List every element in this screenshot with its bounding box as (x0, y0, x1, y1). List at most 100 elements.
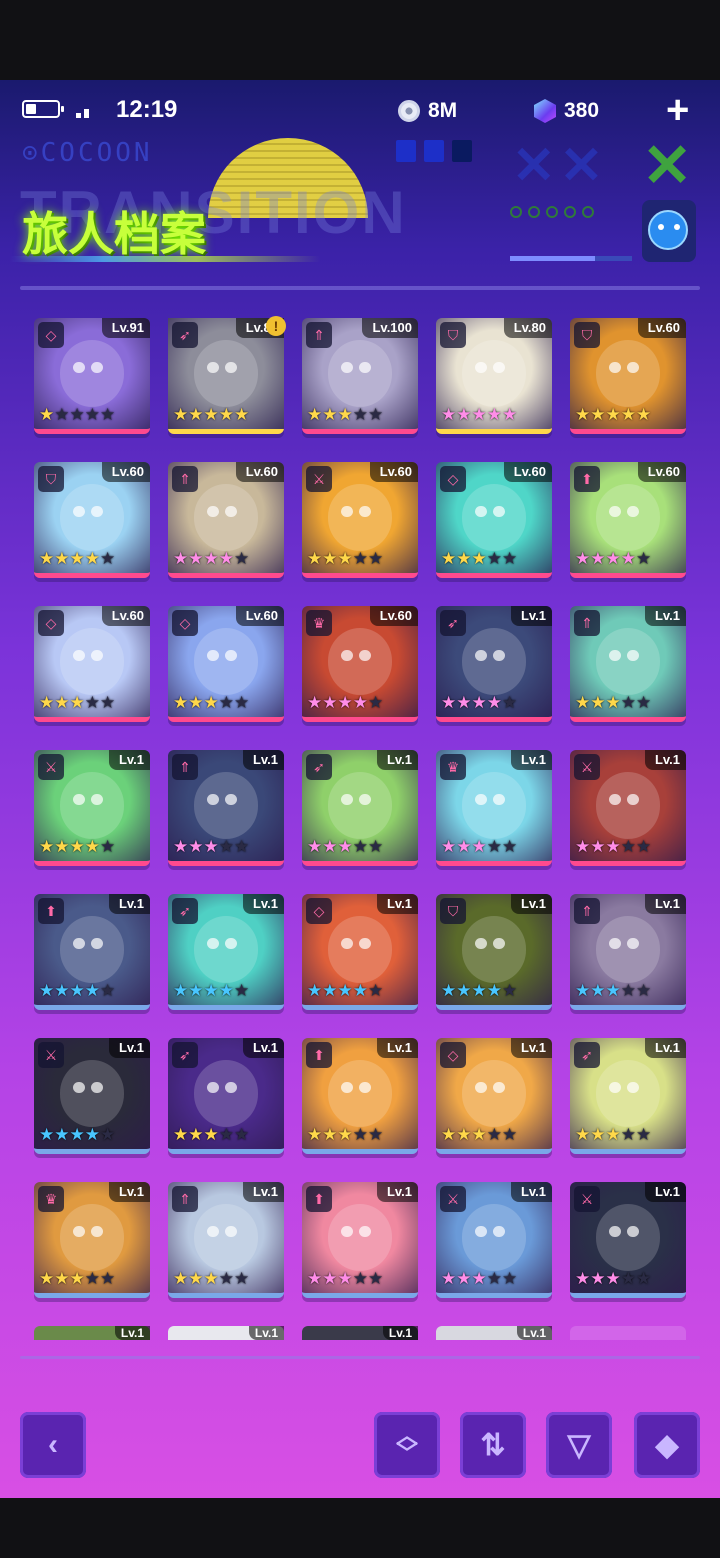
character-card[interactable]: ⚔ Lv.1 ★★★★★ (570, 1182, 686, 1298)
star-rating: ★★★★★ (39, 837, 116, 856)
character-card[interactable]: ⚔ Lv.1 ★★★★★ (34, 750, 150, 866)
character-card[interactable]: ⇑ Lv.1 ★★★★★ (570, 894, 686, 1010)
bow-icon: ➶ (172, 322, 198, 348)
level-label: Lv.1 (644, 1038, 686, 1058)
battery-icon (22, 100, 64, 118)
star-rating: ★★★★★ (441, 693, 518, 712)
character-card[interactable]: ◇ Lv.60 ★★★★★ (436, 462, 552, 578)
star-rating: ★★★★★ (441, 405, 518, 424)
status-bar: 12:19 8M 380 + (0, 90, 720, 130)
character-card[interactable]: ⚔ Lv.1 ★★★★★ (34, 1038, 150, 1154)
diamond-icon: ◇ (440, 466, 466, 492)
gem-cube-icon (534, 99, 556, 123)
character-card[interactable]: ⛉ Lv.60 ★★★★★ (34, 462, 150, 578)
bow-icon: ➶ (440, 610, 466, 636)
character-card[interactable]: ♛ Lv.1 ★★★★★ (34, 1182, 150, 1298)
shield-icon: ⛉ (440, 322, 466, 348)
star-rating: ★★★★★ (307, 549, 384, 568)
clear-filter-icon: ◆ (655, 1428, 679, 1462)
character-card[interactable]: ◇ Lv.91 ★★★★★ (34, 318, 150, 434)
level-label: Lv.1 (382, 1326, 418, 1340)
level-label: Lv.80 (503, 318, 552, 338)
star-rating: ★★★★★ (39, 693, 116, 712)
level-label: Lv.60 (369, 606, 418, 626)
header-progress-bar (510, 256, 632, 261)
arrow-up-icon: ⬆ (306, 1042, 332, 1068)
star-rating: ★★★★★ (173, 549, 250, 568)
diamond-icon: ◇ (38, 610, 64, 636)
level-label: Lv.1 (108, 1182, 150, 1202)
character-card[interactable]: ⬆ Lv.1 ★★★★★ (302, 1182, 418, 1298)
star-rating: ★★★★★ (39, 549, 116, 568)
sort-icon: ⇅ (480, 1428, 506, 1462)
character-card[interactable]: ➶ Lv.80 ★★★★★! (168, 316, 286, 434)
character-card[interactable]: ➶ Lv.1 ★★★★★ (168, 1038, 284, 1154)
coin-icon (398, 100, 420, 122)
character-card[interactable]: ➶ Lv.1 ★★★★★ (302, 750, 418, 866)
level-label: Lv.60 (503, 462, 552, 482)
character-card[interactable]: ⇑ Lv.100 ★★★★★ (302, 318, 418, 434)
level-label: Lv.1 (644, 606, 686, 626)
character-card[interactable]: ⚔ Lv.60 ★★★★★ (302, 462, 418, 578)
character-card-partial[interactable]: Lv.1 (168, 1326, 284, 1340)
character-card[interactable]: ➶ Lv.1 ★★★★★ (168, 894, 284, 1010)
character-card[interactable]: ♛ Lv.60 ★★★★★ (302, 606, 418, 722)
chat-button[interactable] (642, 200, 696, 262)
character-card[interactable]: ⬆ Lv.1 ★★★★★ (34, 894, 150, 1010)
character-card-partial[interactable]: Lv.1 (302, 1326, 418, 1340)
clear-filter-button[interactable]: ◆ (634, 1412, 700, 1478)
character-card[interactable]: ♛ Lv.1 ★★★★★ (436, 750, 552, 866)
character-card[interactable]: ◇ Lv.1 ★★★★★ (302, 894, 418, 1010)
shield-icon: ⛉ (38, 466, 64, 492)
character-card[interactable]: ⛉ Lv.60 ★★★★★ (570, 318, 686, 434)
back-icon: ‹ (48, 1428, 58, 1461)
character-card[interactable]: ⇑ Lv.1 ★★★★★ (168, 1182, 284, 1298)
expand-collapse-button[interactable]: ︿ ﹀ (374, 1412, 440, 1478)
character-card[interactable]: ⚔ Lv.1 ★★★★★ (436, 1182, 552, 1298)
game-screen: 12:19 8M 380 + ⊙COCOON TRANSITION ✕✕ ✕ 旅… (0, 80, 720, 1498)
brand-text: ⊙COCOON (22, 138, 153, 168)
character-card[interactable]: ➶ Lv.1 ★★★★★ (570, 1038, 686, 1154)
star-rating: ★★★★★ (307, 1125, 384, 1144)
character-card[interactable]: ⇑ Lv.60 ★★★★★ (168, 462, 284, 578)
star-rating: ★★★★★ (173, 405, 250, 424)
coin-counter[interactable]: 8M (398, 96, 457, 126)
character-card[interactable]: ⬆ Lv.1 ★★★★★ (302, 1038, 418, 1154)
filter-button[interactable]: ▽ (546, 1412, 612, 1478)
sort-button[interactable]: ⇅ (460, 1412, 526, 1478)
character-card[interactable]: ⇑ Lv.1 ★★★★★ (168, 750, 284, 866)
back-button[interactable]: ‹ (20, 1412, 86, 1478)
arrow-up-icon: ⬆ (306, 1186, 332, 1212)
character-card[interactable]: ⇑ Lv.1 ★★★★★ (570, 606, 686, 722)
level-label: Lv.1 (644, 750, 686, 770)
character-card[interactable]: ◇ Lv.60 ★★★★★ (34, 606, 150, 722)
star-rating: ★★★★★ (173, 693, 250, 712)
star-rating: ★★★★★ (575, 1125, 652, 1144)
add-gems-button[interactable]: + (666, 90, 689, 130)
character-card[interactable]: ◇ Lv.1 ★★★★★ (436, 1038, 552, 1154)
character-card[interactable]: ⛉ Lv.1 ★★★★★ (436, 894, 552, 1010)
character-card-partial[interactable]: Lv.1 (34, 1326, 150, 1340)
gem-counter[interactable]: 380 (534, 96, 599, 126)
clock: 12:19 (116, 96, 178, 123)
character-card[interactable]: ➶ Lv.1 ★★★★★ (436, 606, 552, 722)
star-rating: ★★★★★ (441, 549, 518, 568)
device-bottom-bezel (0, 1498, 720, 1558)
character-card-partial[interactable]: Lv.1 (436, 1326, 552, 1340)
gem-amount: 380 (564, 99, 600, 122)
level-label: Lv.1 (376, 1182, 418, 1202)
character-card[interactable]: ⬆ Lv.60 ★★★★★ (570, 462, 686, 578)
swords-icon: ⚔ (306, 466, 332, 492)
glitch-line (10, 256, 320, 262)
star-rating: ★★★★★ (575, 405, 652, 424)
bow-icon: ➶ (306, 754, 332, 780)
bow-icon: ➶ (172, 1042, 198, 1068)
arrow-up-icon: ⬆ (38, 898, 64, 924)
top-divider (20, 286, 700, 290)
character-card[interactable]: ⚔ Lv.1 ★★★★★ (570, 750, 686, 866)
character-card[interactable]: ◇ Lv.60 ★★★★★ (168, 606, 284, 722)
star-rating: ★★★★★ (307, 981, 384, 1000)
level-label: Lv.1 (242, 1038, 284, 1058)
character-card[interactable]: ⛉ Lv.80 ★★★★★ (436, 318, 552, 434)
filter-icon: ▽ (567, 1428, 591, 1462)
